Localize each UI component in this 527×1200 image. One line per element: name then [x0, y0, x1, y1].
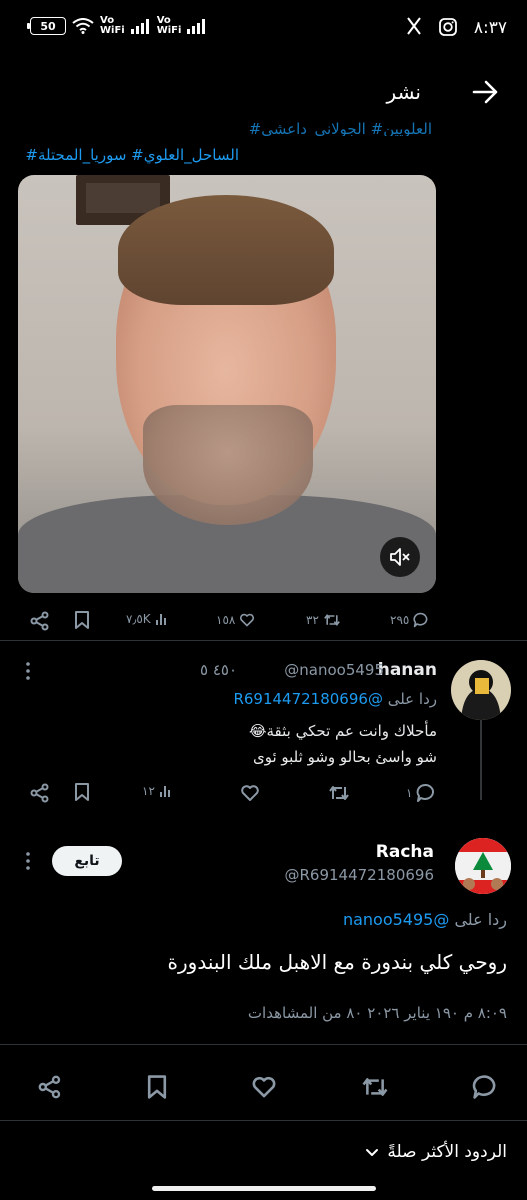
follow-button[interactable]: تابع: [52, 846, 122, 876]
vowifi-label-2: Vo WiFi: [157, 16, 182, 36]
hashtags-line-2[interactable]: الساحل_العلوي# سوريا_المحتلة#: [25, 146, 239, 164]
battery-icon: 50: [27, 17, 66, 35]
avatar[interactable]: [451, 660, 511, 720]
tweet-text: روحي كلي بندورة مع الاهبل ملك البندورة: [167, 950, 507, 974]
tweet-replying-to: ردا على @nanoo5495: [343, 910, 507, 929]
more-icon[interactable]: [26, 852, 30, 870]
reply-author-name[interactable]: hanan: [378, 660, 437, 680]
likes-stat[interactable]: ١٥٨: [216, 612, 255, 628]
tweet-video[interactable]: [18, 175, 436, 593]
x-logo-icon: [407, 17, 421, 35]
divider: [0, 640, 527, 641]
avatar-image: [451, 660, 511, 720]
back-arrow-icon[interactable]: [471, 78, 499, 106]
reply-time: ٤٥٠ ٥: [199, 661, 237, 679]
heart-icon[interactable]: [251, 1074, 277, 1100]
video-beard: [143, 405, 313, 525]
clock: ٨:٣٧: [473, 18, 507, 38]
video-hair: [118, 195, 334, 305]
replies-stat[interactable]: ٢٩٥: [390, 612, 429, 628]
battery-level: 50: [40, 19, 56, 33]
tweet-author-handle[interactable]: @R6914472180696: [285, 866, 435, 884]
reply-text-line-2: شو واسئ بحالو وشو ثلبو ئوى: [252, 748, 437, 766]
mute-button[interactable]: [380, 537, 420, 577]
replies-count: ٢٩٥: [390, 613, 410, 627]
tweet-author-name[interactable]: Racha: [376, 842, 434, 862]
replies-sort-label: الردود الأكثر صلةً: [387, 1142, 507, 1162]
status-left: 50 Vo WiFi Vo WiFi: [27, 16, 207, 36]
instagram-icon: [439, 18, 457, 36]
hashtags-line-1[interactable]: العلويين# الجولاني_داعشي#: [249, 120, 432, 136]
reply-text: مأحلاك وانت عم تحكي بثقة😂 شو واسئ بحالو …: [249, 718, 437, 770]
views-count: ٧٫٥K: [126, 612, 151, 626]
signal-icon-2: [187, 19, 206, 34]
repost-icon[interactable]: [361, 1074, 389, 1100]
top-bar: نشر: [0, 62, 527, 122]
more-icon[interactable]: [26, 662, 30, 680]
status-bar: 50 Vo WiFi Vo WiFi ٨:٣٧: [0, 0, 527, 60]
reply-views-count: ١٢: [142, 784, 155, 798]
vowifi-label-1: Vo WiFi: [100, 16, 125, 36]
page-title: نشر: [386, 80, 421, 104]
chevron-down-icon: [366, 1149, 379, 1156]
replying-prefix: ردا على: [454, 910, 507, 929]
tweet-meta: ٨:٠٩ م ١٩٠ يناير ٢٠٢٦ ٨٠ من المشاهدات: [247, 1004, 507, 1022]
reply-icon[interactable]: [472, 1074, 498, 1100]
reply-replies-count: ١: [406, 786, 413, 800]
share-icon[interactable]: [38, 1075, 62, 1099]
reply-author-handle[interactable]: @nanoo5495: [284, 661, 384, 679]
divider: [0, 1120, 527, 1121]
signal-icon: [130, 19, 149, 34]
replying-to-link[interactable]: @R6914472180696: [233, 690, 383, 708]
replying-to-link[interactable]: @nanoo5495: [343, 910, 449, 929]
replies-sort-dropdown[interactable]: الردود الأكثر صلةً: [365, 1142, 507, 1162]
views-icon: [159, 786, 170, 797]
share-icon[interactable]: [30, 611, 50, 631]
thread-line: [480, 720, 482, 800]
views-icon: [155, 614, 166, 625]
bookmark-icon[interactable]: [74, 782, 90, 802]
repost-icon: [324, 614, 340, 626]
replying-prefix: ردا على: [387, 690, 437, 708]
avatar[interactable]: [455, 838, 511, 894]
bookmark-icon[interactable]: [146, 1074, 168, 1100]
heart-icon[interactable]: [240, 783, 260, 803]
net1-bottom: WiFi: [100, 25, 125, 36]
parent-tweet-actions: ٧٫٥K ١٥٨ ٣٢ ٢٩٥: [26, 608, 436, 634]
views-stat[interactable]: ١٢: [142, 784, 173, 798]
replies-stat[interactable]: ١: [406, 783, 436, 803]
reposts-count: ٣٢: [306, 613, 319, 627]
heart-icon: [240, 613, 255, 627]
home-indicator[interactable]: [152, 1186, 376, 1191]
speaker-muted-icon: [390, 548, 410, 566]
reply-text-line-1: مأحلاك وانت عم تحكي بثقة😂: [248, 722, 437, 740]
tweet-actions: [38, 1073, 498, 1101]
avatar-image: [455, 838, 511, 894]
views-stat[interactable]: ٧٫٥K: [126, 612, 169, 626]
net2-bottom: WiFi: [156, 25, 182, 36]
reply-icon: [413, 612, 428, 628]
reply-replying-to: ردا على @R6914472180696: [233, 690, 437, 708]
divider: [0, 1044, 527, 1045]
share-icon[interactable]: [30, 783, 50, 803]
repost-icon[interactable]: [328, 783, 350, 803]
reposts-stat[interactable]: ٣٢: [306, 612, 341, 628]
reply-actions: ١٢ ١: [26, 780, 436, 806]
bookmark-icon[interactable]: [74, 610, 90, 630]
wifi-icon: [72, 18, 94, 34]
reply-icon: [417, 784, 435, 802]
likes-count: ١٥٨: [216, 613, 236, 627]
